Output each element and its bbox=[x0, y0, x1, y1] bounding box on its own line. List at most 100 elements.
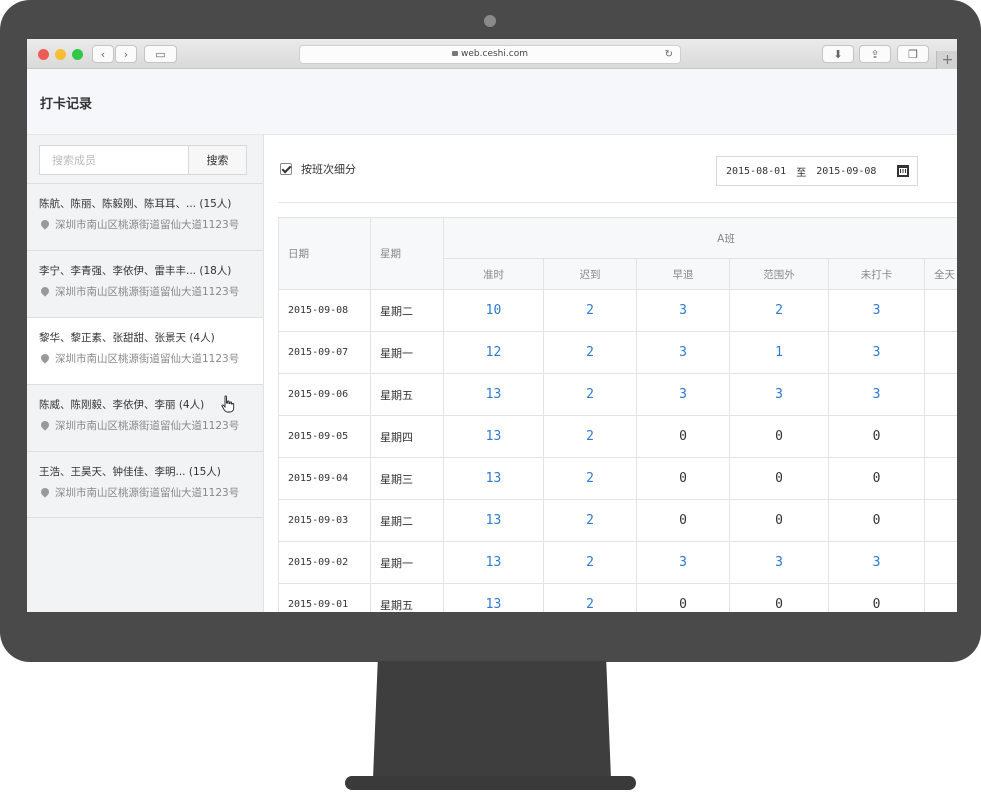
cell-count[interactable]: 13 bbox=[443, 499, 544, 542]
maximize-window-button[interactable] bbox=[72, 49, 83, 60]
cell-count[interactable]: 2 bbox=[543, 499, 637, 542]
new-tab-button[interactable]: + bbox=[936, 51, 957, 69]
cell-count[interactable]: 3 bbox=[729, 373, 829, 416]
back-button[interactable]: ‹ bbox=[92, 45, 114, 63]
search-input[interactable] bbox=[39, 145, 189, 175]
group-item[interactable]: 王浩、王昊天、钟佳佳、李明... (15人) 深圳市南山区桃源街道留仙大道112… bbox=[27, 451, 263, 518]
pin-icon bbox=[39, 419, 51, 431]
cell-count[interactable]: 3 bbox=[636, 373, 730, 416]
cell-count[interactable]: 10 bbox=[443, 289, 544, 332]
cell-count[interactable]: 3 bbox=[729, 541, 829, 584]
cell-count[interactable]: 13 bbox=[443, 457, 544, 500]
cell-weekday: 星期四 bbox=[370, 415, 444, 458]
cell-count[interactable]: 13 bbox=[443, 541, 544, 584]
divider bbox=[278, 202, 957, 203]
group-list: 陈航、陈丽、陈毅刚、陈耳耳、... (15人) 深圳市南山区桃源街道留仙大道11… bbox=[27, 183, 263, 518]
group-name: 黎华、黎正素、张甜甜、张景天 (4人) bbox=[39, 332, 215, 344]
checkbox-icon[interactable] bbox=[280, 163, 292, 175]
group-name: 陈航、陈丽、陈毅刚、陈耳耳、... (15人) bbox=[39, 198, 232, 210]
reload-icon[interactable]: ↻ bbox=[665, 46, 673, 63]
cell-count[interactable]: 2 bbox=[543, 583, 637, 612]
table-row: 2015-09-07 星期一 12 2 3 1 3 bbox=[278, 331, 957, 374]
table-row: 2015-09-03 星期二 13 2 0 0 0 bbox=[278, 499, 957, 542]
downloads-button[interactable]: ⬇ bbox=[822, 45, 854, 63]
tabs-icon: ❐ bbox=[908, 47, 918, 61]
close-window-button[interactable] bbox=[38, 49, 49, 60]
chevron-right-icon: › bbox=[123, 47, 129, 61]
cell-count[interactable]: 1 bbox=[729, 331, 829, 374]
group-item-selected[interactable]: 黎华、黎正素、张甜甜、张景天 (4人) 深圳市南山区桃源街道留仙大道1123号 bbox=[27, 317, 263, 384]
cell-count[interactable]: 13 bbox=[443, 373, 544, 416]
search-button[interactable]: 搜索 bbox=[188, 145, 247, 175]
share-icon: ⇪ bbox=[870, 47, 880, 61]
cell-count[interactable]: 3 bbox=[636, 541, 730, 584]
cell-count[interactable]: 3 bbox=[828, 289, 925, 332]
cell-count[interactable]: 3 bbox=[828, 373, 925, 416]
sidebar-toggle-button[interactable]: ▭ bbox=[144, 45, 177, 63]
table-row: 2015-09-01 星期五 13 2 0 0 0 bbox=[278, 583, 957, 612]
url-text: web.ceshi.com bbox=[461, 49, 528, 59]
cell-count: 0 bbox=[828, 415, 925, 458]
group-address-text: 深圳市南山区桃源街道留仙大道1123号 bbox=[55, 286, 240, 298]
cell-count[interactable]: 3 bbox=[828, 331, 925, 374]
tabs-button[interactable]: ❐ bbox=[897, 45, 929, 63]
cell-count[interactable]: 2 bbox=[729, 289, 829, 332]
cell-count[interactable]: 3 bbox=[828, 541, 925, 584]
minimize-window-button[interactable] bbox=[55, 49, 66, 60]
cell-count: 0 bbox=[729, 415, 829, 458]
cell-date: 2015-09-02 bbox=[278, 541, 371, 584]
calendar-icon[interactable] bbox=[897, 165, 909, 177]
cell-count: 0 bbox=[636, 499, 730, 542]
table-body: 2015-09-08 星期二 10 2 3 2 3 2015-09-07 星期一 12 2 3 1 3 20… bbox=[278, 289, 957, 612]
cell-count[interactable]: 2 bbox=[543, 373, 637, 416]
address-bar[interactable]: web.ceshi.com ↻ bbox=[299, 45, 681, 64]
cell-weekday: 星期二 bbox=[370, 289, 444, 332]
cell-count[interactable]: 12 bbox=[443, 331, 544, 374]
cell-count[interactable]: 13 bbox=[443, 415, 544, 458]
cell-count: 0 bbox=[636, 415, 730, 458]
group-address-text: 深圳市南山区桃源街道留仙大道1123号 bbox=[55, 219, 240, 231]
cell-weekday: 星期五 bbox=[370, 583, 444, 612]
forward-button[interactable]: › bbox=[115, 45, 137, 63]
pin-icon bbox=[39, 352, 51, 364]
group-item[interactable]: 陈航、陈丽、陈毅刚、陈耳耳、... (15人) 深圳市南山区桃源街道留仙大道11… bbox=[27, 183, 263, 250]
column-header-out-of-range: 范围外 bbox=[729, 258, 829, 290]
table-row: 2015-09-05 星期四 13 2 0 0 0 bbox=[278, 415, 957, 458]
cell-count[interactable]: 13 bbox=[443, 583, 544, 612]
member-search: 搜索 bbox=[39, 145, 247, 175]
cell-count bbox=[923, 373, 957, 416]
cell-weekday: 星期五 bbox=[370, 373, 444, 416]
cell-count: 0 bbox=[729, 583, 829, 612]
cell-date: 2015-09-08 bbox=[278, 289, 371, 332]
share-button[interactable]: ⇪ bbox=[859, 45, 891, 63]
date-range-picker[interactable]: 2015-08-01 至 2015-09-08 bbox=[716, 156, 918, 186]
cell-weekday: 星期一 bbox=[370, 541, 444, 584]
cell-count[interactable]: 3 bbox=[636, 289, 730, 332]
browser-toolbar: ‹ › ▭ web.ceshi.com ↻ ⬇ ⇪ ❐ + bbox=[27, 39, 957, 69]
table-row: 2015-09-02 星期一 13 2 3 3 3 bbox=[278, 541, 957, 584]
cell-date: 2015-09-03 bbox=[278, 499, 371, 542]
cell-count[interactable]: 2 bbox=[543, 415, 637, 458]
cell-count: 0 bbox=[636, 457, 730, 500]
cell-count[interactable]: 2 bbox=[543, 331, 637, 374]
date-to: 2015-09-08 bbox=[816, 165, 877, 177]
group-item[interactable]: 李宁、李青强、李依伊、雷丰丰... (18人) 深圳市南山区桃源街道留仙大道11… bbox=[27, 250, 263, 317]
column-header-all-day: 全天 bbox=[923, 258, 957, 290]
chevron-left-icon: ‹ bbox=[100, 47, 106, 61]
group-address: 深圳市南山区桃源街道留仙大道1123号 bbox=[39, 217, 263, 232]
download-icon: ⬇ bbox=[833, 47, 843, 61]
group-item[interactable]: 陈威、陈刚毅、李依伊、李丽 (4人) 深圳市南山区桃源街道留仙大道1123号 bbox=[27, 384, 263, 451]
column-header-weekday: 星期 bbox=[370, 217, 444, 290]
pin-icon bbox=[39, 285, 51, 297]
group-address: 深圳市南山区桃源街道留仙大道1123号 bbox=[39, 284, 263, 299]
cell-count[interactable]: 2 bbox=[543, 541, 637, 584]
by-shift-toggle[interactable]: 按班次细分 bbox=[280, 161, 356, 177]
column-header-late: 迟到 bbox=[543, 258, 637, 290]
cell-count[interactable]: 2 bbox=[543, 289, 637, 332]
shift-header: A班 bbox=[442, 217, 957, 259]
cell-count[interactable]: 2 bbox=[543, 457, 637, 500]
group-address: 深圳市南山区桃源街道留仙大道1123号 bbox=[39, 485, 263, 500]
sidebar-icon: ▭ bbox=[155, 47, 166, 61]
group-address-text: 深圳市南山区桃源街道留仙大道1123号 bbox=[55, 353, 240, 365]
cell-count[interactable]: 3 bbox=[636, 331, 730, 374]
